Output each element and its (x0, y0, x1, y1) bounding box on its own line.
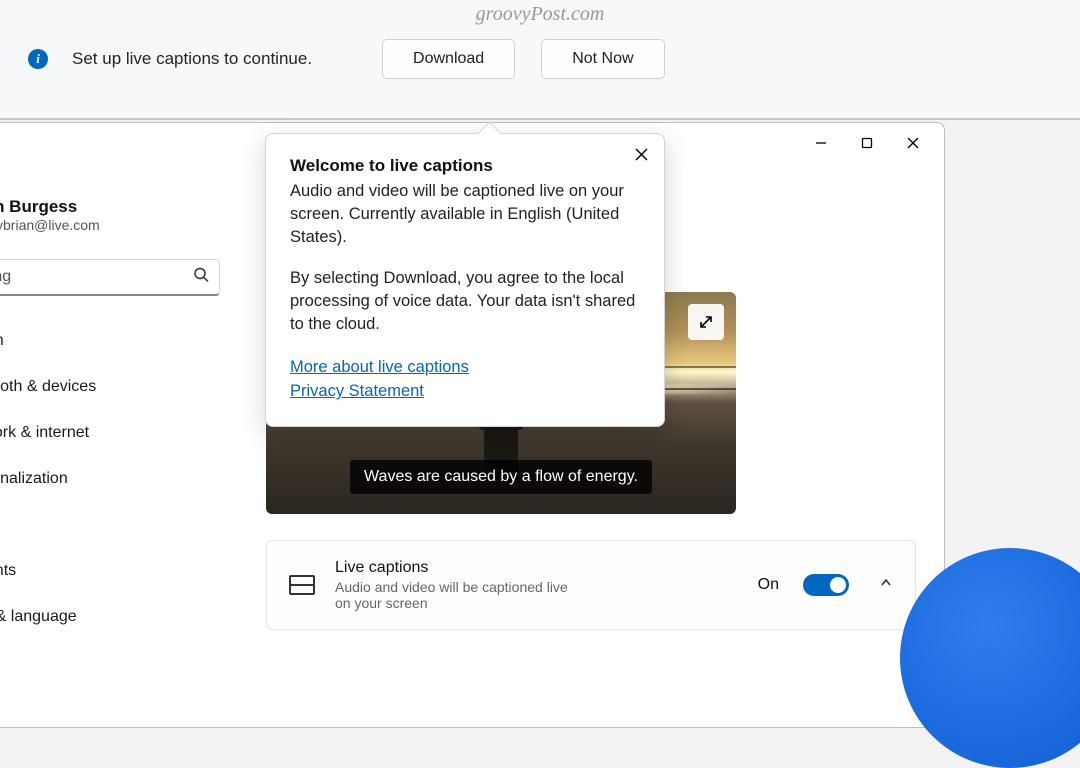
tooltip-paragraph-2: By selecting Download, you agree to the … (290, 267, 640, 336)
setting-description: Audio and video will be captioned live o… (335, 579, 575, 611)
toggle-state-label: On (758, 576, 779, 594)
close-button[interactable] (890, 125, 936, 161)
privacy-statement-link[interactable]: Privacy Statement (290, 379, 640, 404)
sidebar-item-apps[interactable]: ops (0, 502, 220, 548)
info-icon: i (28, 49, 48, 69)
search-placeholder: etting (0, 268, 11, 285)
tooltip-close-button[interactable] (635, 148, 648, 166)
live-captions-toggle[interactable] (803, 574, 849, 596)
profile-name: Brian Burgess (0, 197, 100, 217)
sidebar-item-system[interactable]: stem (0, 318, 220, 364)
search-input[interactable]: etting (0, 259, 220, 296)
watermark-text: groovyPost.com (476, 3, 605, 26)
search-icon (193, 267, 209, 288)
expand-chevron-icon[interactable] (879, 576, 893, 595)
not-now-button[interactable]: Not Now (541, 39, 664, 79)
user-profile[interactable]: Brian Burgess groovybrian@live.com (0, 181, 220, 259)
sidebar-item-time-language[interactable]: me & language (0, 594, 220, 640)
sidebar-item-bluetooth[interactable]: uetooth & devices (0, 364, 220, 410)
sidebar-item-network[interactable]: etwork & internet (0, 410, 220, 456)
setting-title: Live captions (335, 559, 738, 577)
fullscreen-button[interactable] (688, 304, 724, 340)
sidebar-item-accounts[interactable]: counts (0, 548, 220, 594)
profile-email: groovybrian@live.com (0, 217, 100, 233)
caption-overlay-text: Waves are caused by a flow of energy. (350, 460, 652, 494)
more-about-link[interactable]: More about live captions (290, 355, 640, 380)
tooltip-paragraph-1: Audio and video will be captioned live o… (290, 180, 640, 249)
notice-message: Set up live captions to continue. (72, 49, 312, 69)
maximize-button[interactable] (844, 125, 890, 161)
minimize-button[interactable] (798, 125, 844, 161)
live-captions-setting-row[interactable]: Live captions Audio and video will be ca… (266, 540, 916, 630)
settings-sidebar: Brian Burgess groovybrian@live.com ettin… (0, 163, 226, 727)
tooltip-title: Welcome to live captions (290, 156, 640, 176)
welcome-tooltip: Welcome to live captions Audio and video… (265, 133, 665, 427)
captions-icon (289, 575, 315, 595)
sidebar-item-personalization[interactable]: ersonalization (0, 456, 220, 502)
download-button[interactable]: Download (382, 39, 515, 79)
